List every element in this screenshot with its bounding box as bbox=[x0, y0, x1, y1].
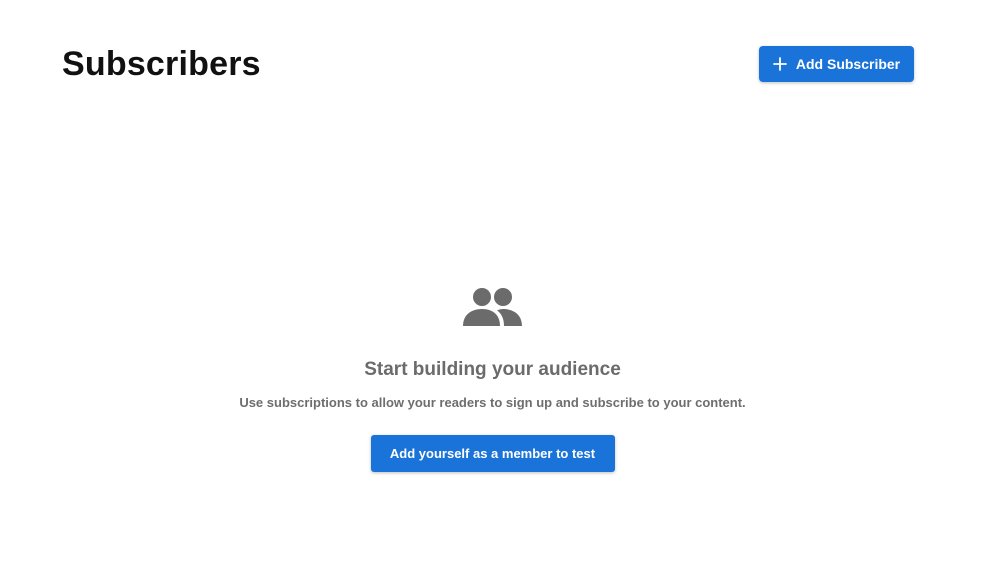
empty-state-description: Use subscriptions to allow your readers … bbox=[239, 395, 746, 410]
add-yourself-button[interactable]: Add yourself as a member to test bbox=[370, 435, 615, 472]
page-title: Subscribers bbox=[62, 45, 261, 83]
empty-state-heading: Start building your audience bbox=[364, 359, 621, 380]
plus-icon bbox=[772, 57, 787, 71]
add-subscriber-button[interactable]: Add Subscriber bbox=[759, 46, 914, 82]
add-subscriber-label: Add Subscriber bbox=[795, 56, 901, 72]
people-icon bbox=[462, 288, 522, 326]
empty-state: Start building your audience Use subscri… bbox=[0, 284, 985, 472]
